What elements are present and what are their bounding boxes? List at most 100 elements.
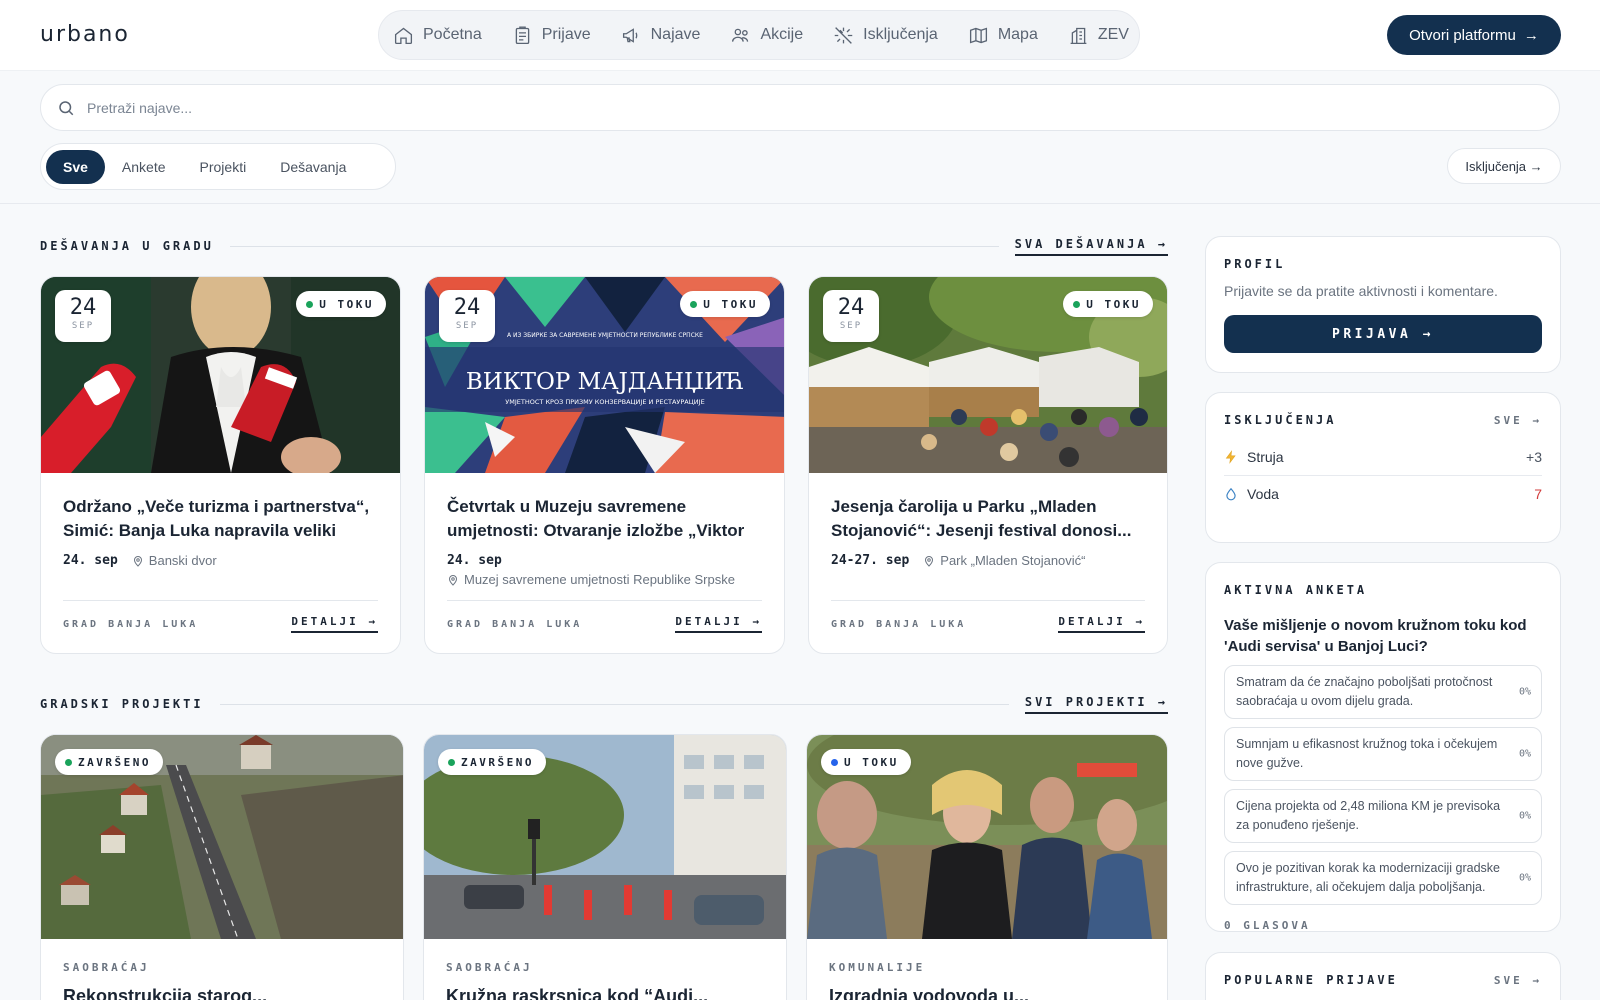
status-dot bbox=[690, 300, 698, 308]
status-dot bbox=[448, 758, 455, 766]
status-label: U TOKU bbox=[319, 297, 374, 311]
users-icon bbox=[732, 28, 749, 42]
section-divider bbox=[229, 245, 999, 247]
iskljucenja-button[interactable]: Isključenja → bbox=[1447, 148, 1561, 184]
poll-option-percent: 0% bbox=[1518, 810, 1531, 822]
project-card[interactable]: ZAVRŠENO SAOBRAĆAJ Rekonstrukcija starog… bbox=[40, 734, 404, 1000]
event-location: Muzej savremene umjetnosti Republike Srp… bbox=[447, 572, 735, 587]
poll-option-text: Smatram da će značajno poboljšati protoč… bbox=[1236, 675, 1493, 708]
map-icon bbox=[969, 27, 987, 43]
arrow-right-icon: → bbox=[1523, 26, 1539, 44]
poll-vote-count: 0 GLASOVA bbox=[1224, 919, 1311, 932]
nav-item-pocetna[interactable]: Početna bbox=[393, 25, 482, 46]
date-month: SEP bbox=[71, 321, 95, 331]
status-dot bbox=[65, 758, 72, 766]
nav-item-akcije[interactable]: Akcije bbox=[730, 25, 803, 46]
event-title[interactable]: Jesenja čarolija u Parku „Mladen Stojano… bbox=[831, 495, 1145, 543]
nav-item-najave[interactable]: Najave bbox=[621, 25, 701, 46]
project-photo: ZAVRŠENO bbox=[424, 735, 786, 939]
status-label: U TOKU bbox=[844, 755, 899, 769]
nav-item-zev[interactable]: ZEV bbox=[1068, 25, 1129, 46]
project-title[interactable]: Rekonstrukcija starog... bbox=[63, 984, 381, 1000]
outages-title: ISKLJUČENJA bbox=[1224, 413, 1337, 427]
project-title[interactable]: Izgradnja vodovoda u... bbox=[829, 984, 1145, 1000]
cta-label: Otvori platformu bbox=[1409, 26, 1516, 44]
project-card[interactable]: ZAVRŠENO SAOBRAĆAJ Kružna raskrsnica kod… bbox=[423, 734, 787, 1000]
all-events-link[interactable]: SVA DEŠAVANJA → bbox=[1014, 237, 1168, 256]
event-card[interactable]: 24 SEP U TOKU Jesenja čarolija u Parku „… bbox=[808, 276, 1168, 654]
event-card[interactable]: А ИЗ ЗБИРКЕ ЗА САВРЕМЕНЕ УМЈЕТНОСТИ РЕПУ… bbox=[424, 276, 785, 654]
status-badge: ZAVRŠENO bbox=[438, 749, 546, 775]
popular-all-link[interactable]: SVE → bbox=[1494, 974, 1542, 987]
nav-label: Početna bbox=[423, 26, 482, 43]
event-date: 24. sep bbox=[63, 553, 118, 568]
status-dot bbox=[306, 300, 314, 308]
date-day: 24 bbox=[69, 295, 97, 320]
brand-logo[interactable]: urbano bbox=[40, 22, 130, 47]
top-header: urbano Početna Prijave Najave Akcije Isk… bbox=[0, 0, 1600, 71]
profile-text: Prijavite se da pratite aktivnosti i kom… bbox=[1224, 283, 1498, 299]
event-photo: 24 SEP U TOKU bbox=[809, 277, 1167, 473]
status-dot bbox=[831, 758, 838, 766]
all-projects-link[interactable]: SVI PROJEKTI → bbox=[1024, 695, 1168, 714]
date-badge: 24 SEP bbox=[823, 290, 879, 342]
poll-option[interactable]: Smatram da će značajno poboljšati protoč… bbox=[1224, 665, 1542, 719]
event-title[interactable]: Održano „Veče turizma i partnerstva“, Si… bbox=[63, 495, 378, 543]
poll-option[interactable]: Cijena projekta od 2,48 miliona KM je pr… bbox=[1224, 789, 1542, 843]
nav-item-prijave[interactable]: Prijave bbox=[512, 25, 591, 46]
status-badge: U TOKU bbox=[821, 749, 911, 775]
project-title[interactable]: Kružna raskrsnica kod “Audi... bbox=[446, 984, 764, 1000]
project-card[interactable]: U TOKU KOMUNALIJE Izgradnja vodovoda u..… bbox=[806, 734, 1168, 1000]
nav-label: Mapa bbox=[997, 26, 1038, 43]
event-card[interactable]: 24 SEP U TOKU Održano „Veče turizma i pa… bbox=[40, 276, 401, 654]
filter-tab-desavanja[interactable]: Dešavanja bbox=[263, 151, 363, 183]
poll-option[interactable]: Ovo je pozitivan korak ka modernizaciji … bbox=[1224, 851, 1542, 905]
lightning-icon bbox=[1225, 450, 1236, 464]
nav-label: Najave bbox=[650, 26, 701, 43]
status-badge: U TOKU bbox=[1063, 291, 1153, 317]
status-badge: ZAVRŠENO bbox=[55, 749, 163, 775]
date-month: SEP bbox=[839, 321, 863, 331]
date-day: 24 bbox=[837, 295, 865, 320]
nav-item-iskljucenja[interactable]: Isključenja bbox=[833, 25, 938, 46]
date-month: SEP bbox=[455, 321, 479, 331]
nav-item-mapa[interactable]: Mapa bbox=[968, 25, 1038, 46]
building-icon bbox=[1070, 27, 1087, 44]
nav-label: Isključenja bbox=[863, 26, 938, 43]
section-title: GRADSKI PROJEKTI bbox=[40, 697, 204, 711]
nav-label: Akcije bbox=[760, 26, 804, 43]
open-platform-button[interactable]: Otvori platformu → bbox=[1387, 15, 1561, 55]
event-photo: А ИЗ ЗБИРКЕ ЗА САВРЕМЕНЕ УМЈЕТНОСТИ РЕПУ… bbox=[425, 277, 784, 473]
search-bar[interactable] bbox=[40, 84, 1560, 131]
event-organizer: GRAD BANJA LUKA bbox=[447, 618, 583, 630]
outage-row-voda[interactable]: Voda 7 bbox=[1224, 475, 1542, 512]
water-drop-icon bbox=[1226, 487, 1236, 501]
filter-tab-projekti[interactable]: Projekti bbox=[183, 151, 264, 183]
profile-card: PROFIL Prijavite se da pratite aktivnost… bbox=[1205, 236, 1561, 373]
poster-title: ВИКТОР МАЈДАНЏИЋ bbox=[466, 369, 744, 395]
nav-label: ZEV bbox=[1097, 26, 1129, 43]
details-link[interactable]: DETALJI → bbox=[1058, 615, 1145, 633]
login-button[interactable]: PRIJAVA → bbox=[1224, 315, 1542, 353]
location-label: Park „Mladen Stojanović“ bbox=[940, 553, 1086, 568]
poster-subtitle: УМЈЕТНОСТ КРОЗ ПРИЗМУ КОНЗЕРВАЦИЈЕ И РЕС… bbox=[505, 398, 704, 406]
outage-row-struja[interactable]: Struja +3 bbox=[1224, 439, 1542, 475]
date-badge: 24 SEP bbox=[55, 290, 111, 342]
search-input[interactable] bbox=[87, 99, 1487, 116]
event-title[interactable]: Četvrtak u Muzeju savremene umjetnosti: … bbox=[447, 495, 762, 543]
details-link[interactable]: DETALJI → bbox=[675, 615, 762, 633]
status-label: U TOKU bbox=[703, 297, 758, 311]
project-photo: ZAVRŠENO bbox=[41, 735, 403, 939]
event-organizer: GRAD BANJA LUKA bbox=[831, 618, 967, 630]
details-link[interactable]: DETALJI → bbox=[291, 615, 378, 633]
project-category: SAOBRAĆAJ bbox=[63, 961, 150, 974]
header-divider bbox=[0, 203, 1600, 204]
poll-option-text: Sumnjam u efikasnost kružnog toka i oček… bbox=[1236, 737, 1498, 770]
outages-all-link[interactable]: SVE → bbox=[1494, 414, 1542, 427]
plug-off-icon bbox=[834, 26, 853, 44]
poll-option[interactable]: Sumnjam u efikasnost kružnog toka i oček… bbox=[1224, 727, 1542, 781]
event-location: Banski dvor bbox=[132, 553, 217, 568]
status-badge: U TOKU bbox=[296, 291, 386, 317]
filter-tab-sve[interactable]: Sve bbox=[46, 149, 105, 184]
filter-tab-ankete[interactable]: Ankete bbox=[105, 151, 183, 183]
